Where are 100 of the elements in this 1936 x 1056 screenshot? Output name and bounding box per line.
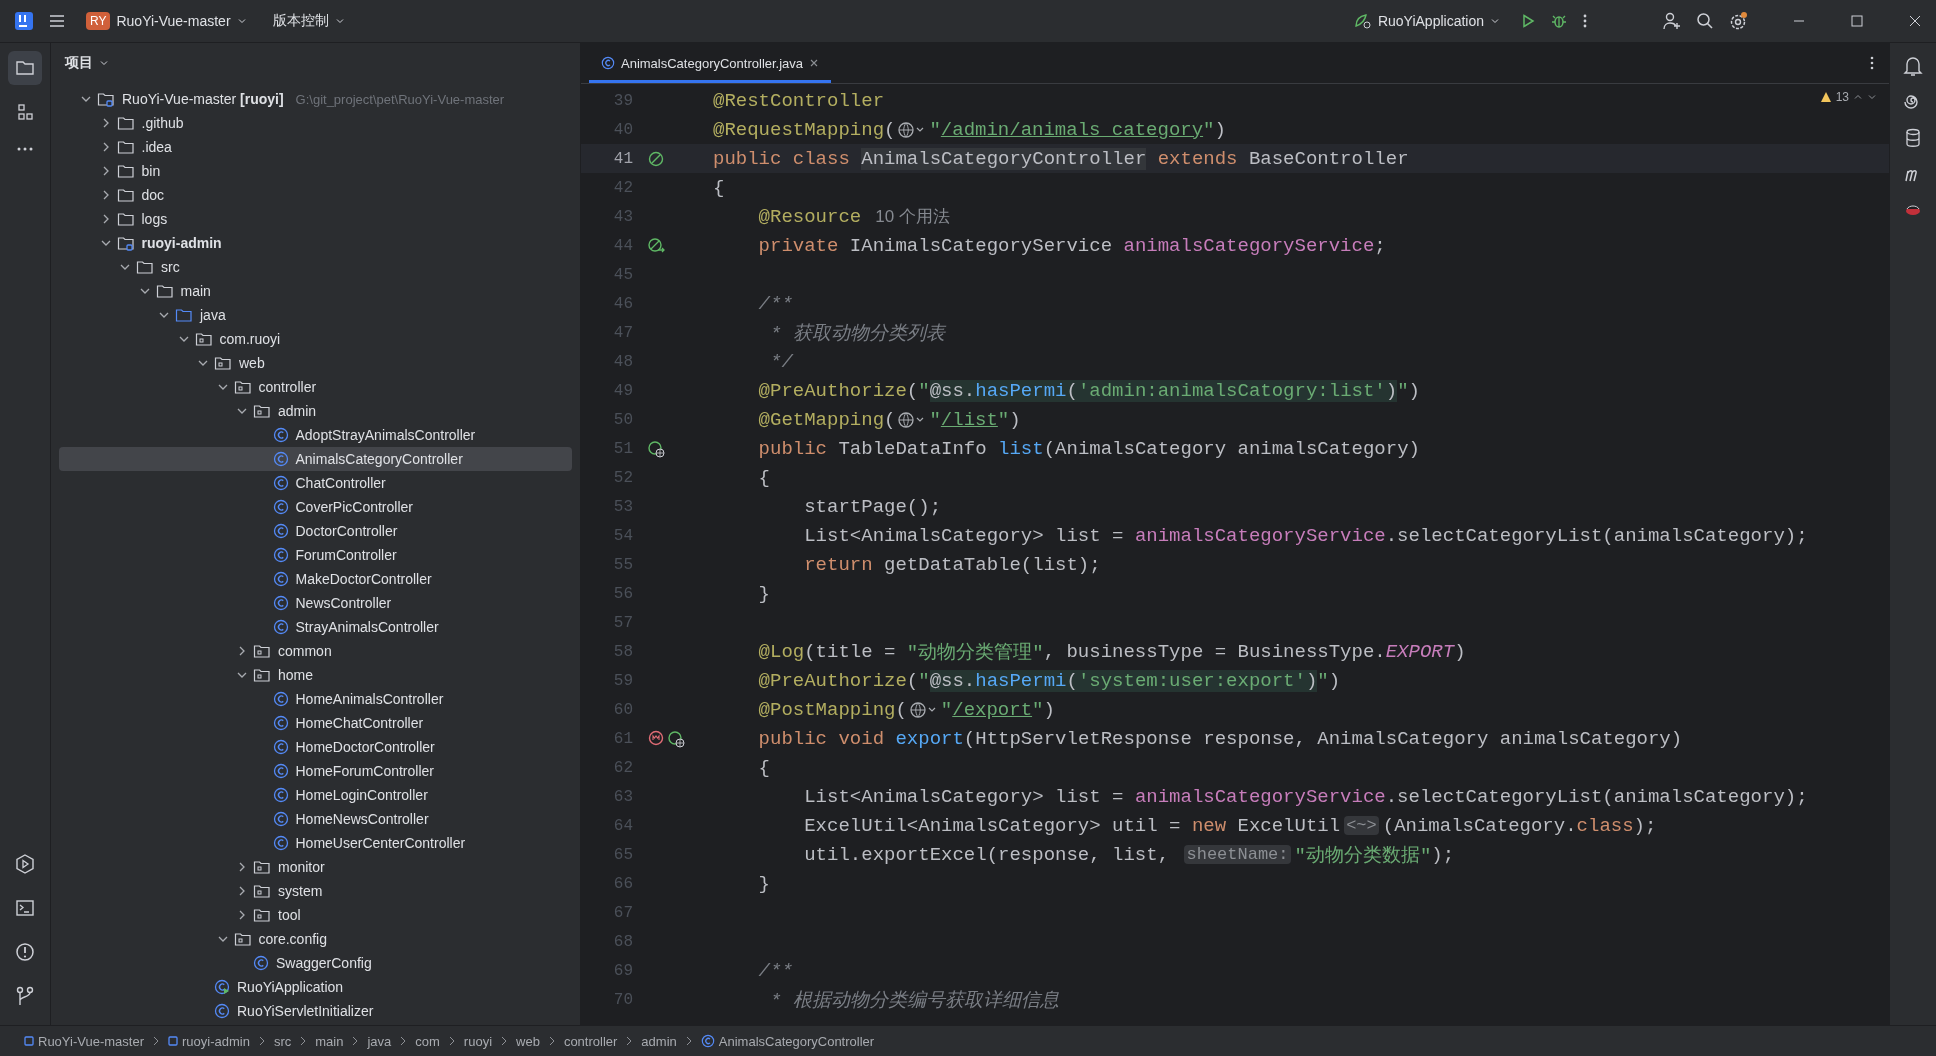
breadcrumb[interactable]: controller [563, 1033, 618, 1049]
class-icon [272, 619, 289, 635]
editor-tab[interactable]: AnimalsCategoryController.java [589, 43, 832, 83]
tree-item[interactable]: common [59, 639, 572, 663]
class-icon [272, 595, 289, 611]
bean-icon[interactable] [647, 149, 665, 168]
package-icon [253, 667, 271, 683]
tree-item[interactable]: CoverPicController [59, 495, 572, 519]
tree-item[interactable]: home [59, 663, 572, 687]
tree-item[interactable]: ChatController [59, 471, 572, 495]
tree-item[interactable]: HomeLoginController [59, 783, 572, 807]
breadcrumb[interactable]: RuoYi-Vue-master [24, 1033, 144, 1049]
code-line: } [757, 582, 770, 605]
chevron-icon [351, 1036, 360, 1046]
tree-item[interactable]: StrayAnimalsController [59, 615, 572, 639]
tree-item[interactable]: HomeChatController [59, 711, 572, 735]
tree-item[interactable]: core.config [59, 927, 572, 951]
tree-item[interactable]: controller [59, 375, 572, 399]
breadcrumb[interactable]: AnimalsCategoryController [700, 1033, 875, 1049]
tree-item[interactable]: main [59, 279, 572, 303]
tree-item[interactable]: com.ruoyi [59, 327, 572, 351]
tree-item[interactable]: tool [59, 903, 572, 927]
breadcrumb[interactable]: admin [641, 1033, 677, 1049]
tree-item[interactable]: HomeAnimalsController [59, 687, 572, 711]
tree-item[interactable]: RuoYi-Vue-master [ruoyi] G:\git_project\pet\RuoYi-Vue-master [59, 87, 572, 111]
tree-item[interactable]: HomeNewsController [59, 807, 572, 831]
tree-item[interactable]: MakeDoctorController [59, 567, 572, 591]
app-logo-icon[interactable] [14, 11, 34, 31]
bean-inject-icon[interactable] [647, 236, 665, 255]
chevron-icon [500, 1036, 509, 1046]
class-icon [272, 523, 289, 539]
module-icon [97, 91, 115, 107]
tree-item[interactable]: ruoyi-admin [59, 231, 572, 255]
folder-icon[interactable] [8, 51, 42, 85]
class-icon [272, 451, 289, 467]
settings-icon[interactable] [1728, 11, 1748, 31]
tree-item[interactable]: .github [59, 111, 572, 135]
tree-item[interactable]: RuoYiApplication [59, 975, 572, 999]
code-line: public class AnimalsCategoryController extends BaseController [713, 147, 1409, 170]
close-icon[interactable] [1908, 14, 1922, 28]
tree-item[interactable]: java [59, 303, 572, 327]
add-user-icon[interactable] [1662, 11, 1682, 31]
more-icon[interactable] [1869, 55, 1875, 71]
class-icon [214, 1003, 230, 1019]
menu-icon[interactable] [48, 12, 66, 30]
tree-item[interactable]: .idea [59, 135, 572, 159]
search-icon[interactable] [1696, 12, 1714, 30]
tree-item[interactable]: HomeUserCenterController [59, 831, 572, 855]
class-icon [601, 56, 615, 70]
tree-item[interactable]: SwaggerConfig [59, 951, 572, 975]
run-icon[interactable] [1520, 13, 1536, 29]
project-switcher[interactable]: RY RuoYi-Vue-master [80, 8, 253, 34]
globe-icon[interactable] [667, 729, 685, 748]
override-icon[interactable] [647, 729, 665, 748]
leaf-icon [1353, 13, 1372, 29]
project-view-selector[interactable]: 项目 [59, 50, 115, 76]
breadcrumb[interactable]: main [315, 1033, 344, 1049]
tree-item[interactable]: web [59, 351, 572, 375]
globe-icon[interactable] [647, 439, 665, 458]
tree-item[interactable]: NewsController [59, 591, 572, 615]
tree-item[interactable]: AnimalsCategoryController [59, 447, 572, 471]
tree-item[interactable]: bin [59, 159, 572, 183]
chevron-icon [151, 1036, 160, 1046]
tree-item[interactable]: HomeDoctorController [59, 735, 572, 759]
chevron-icon [625, 1036, 634, 1046]
tree-item[interactable]: admin [59, 399, 572, 423]
breadcrumb[interactable]: src [273, 1033, 292, 1049]
breadcrumb[interactable]: ruoyi [463, 1033, 493, 1049]
tree-item[interactable]: DoctorController [59, 519, 572, 543]
class-icon [700, 1034, 715, 1048]
tree-item[interactable]: AdoptStrayAnimalsController [59, 423, 572, 447]
breadcrumb[interactable]: ruoyi-admin [167, 1033, 250, 1049]
maximize-icon[interactable] [1850, 14, 1864, 28]
run-configuration[interactable]: RuoYiApplication [1347, 9, 1506, 33]
vcs-menu[interactable]: 版本控制 [266, 8, 351, 34]
tree-item[interactable]: monitor [59, 855, 572, 879]
line-number: 41 [612, 149, 633, 168]
tree-item[interactable]: doc [59, 183, 572, 207]
code-line: @RestController [713, 89, 885, 112]
folder-icon [116, 163, 135, 179]
more-icon[interactable] [1582, 13, 1588, 29]
class-run-icon [214, 979, 230, 995]
tree-item[interactable]: ForumController [59, 543, 572, 567]
tree-item[interactable]: RuoYiServletInitializer [59, 999, 572, 1023]
class-icon [272, 811, 289, 827]
breadcrumb[interactable]: java [367, 1033, 392, 1049]
folder-icon [136, 259, 154, 275]
breadcrumb[interactable]: web [516, 1033, 540, 1049]
tree-item[interactable]: HomeForumController [59, 759, 572, 783]
class-icon [253, 955, 269, 971]
tree-item[interactable]: system [59, 879, 572, 903]
breadcrumb[interactable]: com [415, 1033, 440, 1049]
code-line: @PostMapping( "/export") [757, 698, 1055, 721]
close-icon[interactable] [809, 58, 820, 68]
code-line: { [713, 176, 725, 199]
code-line: @Log(title = "动物分类管理", businessType = BusinessType.EXPORT) [757, 639, 1466, 665]
tree-item[interactable]: logs [59, 207, 572, 231]
tree-item[interactable]: src [59, 255, 572, 279]
code-line: /** [757, 292, 793, 315]
class-icon [272, 835, 289, 851]
